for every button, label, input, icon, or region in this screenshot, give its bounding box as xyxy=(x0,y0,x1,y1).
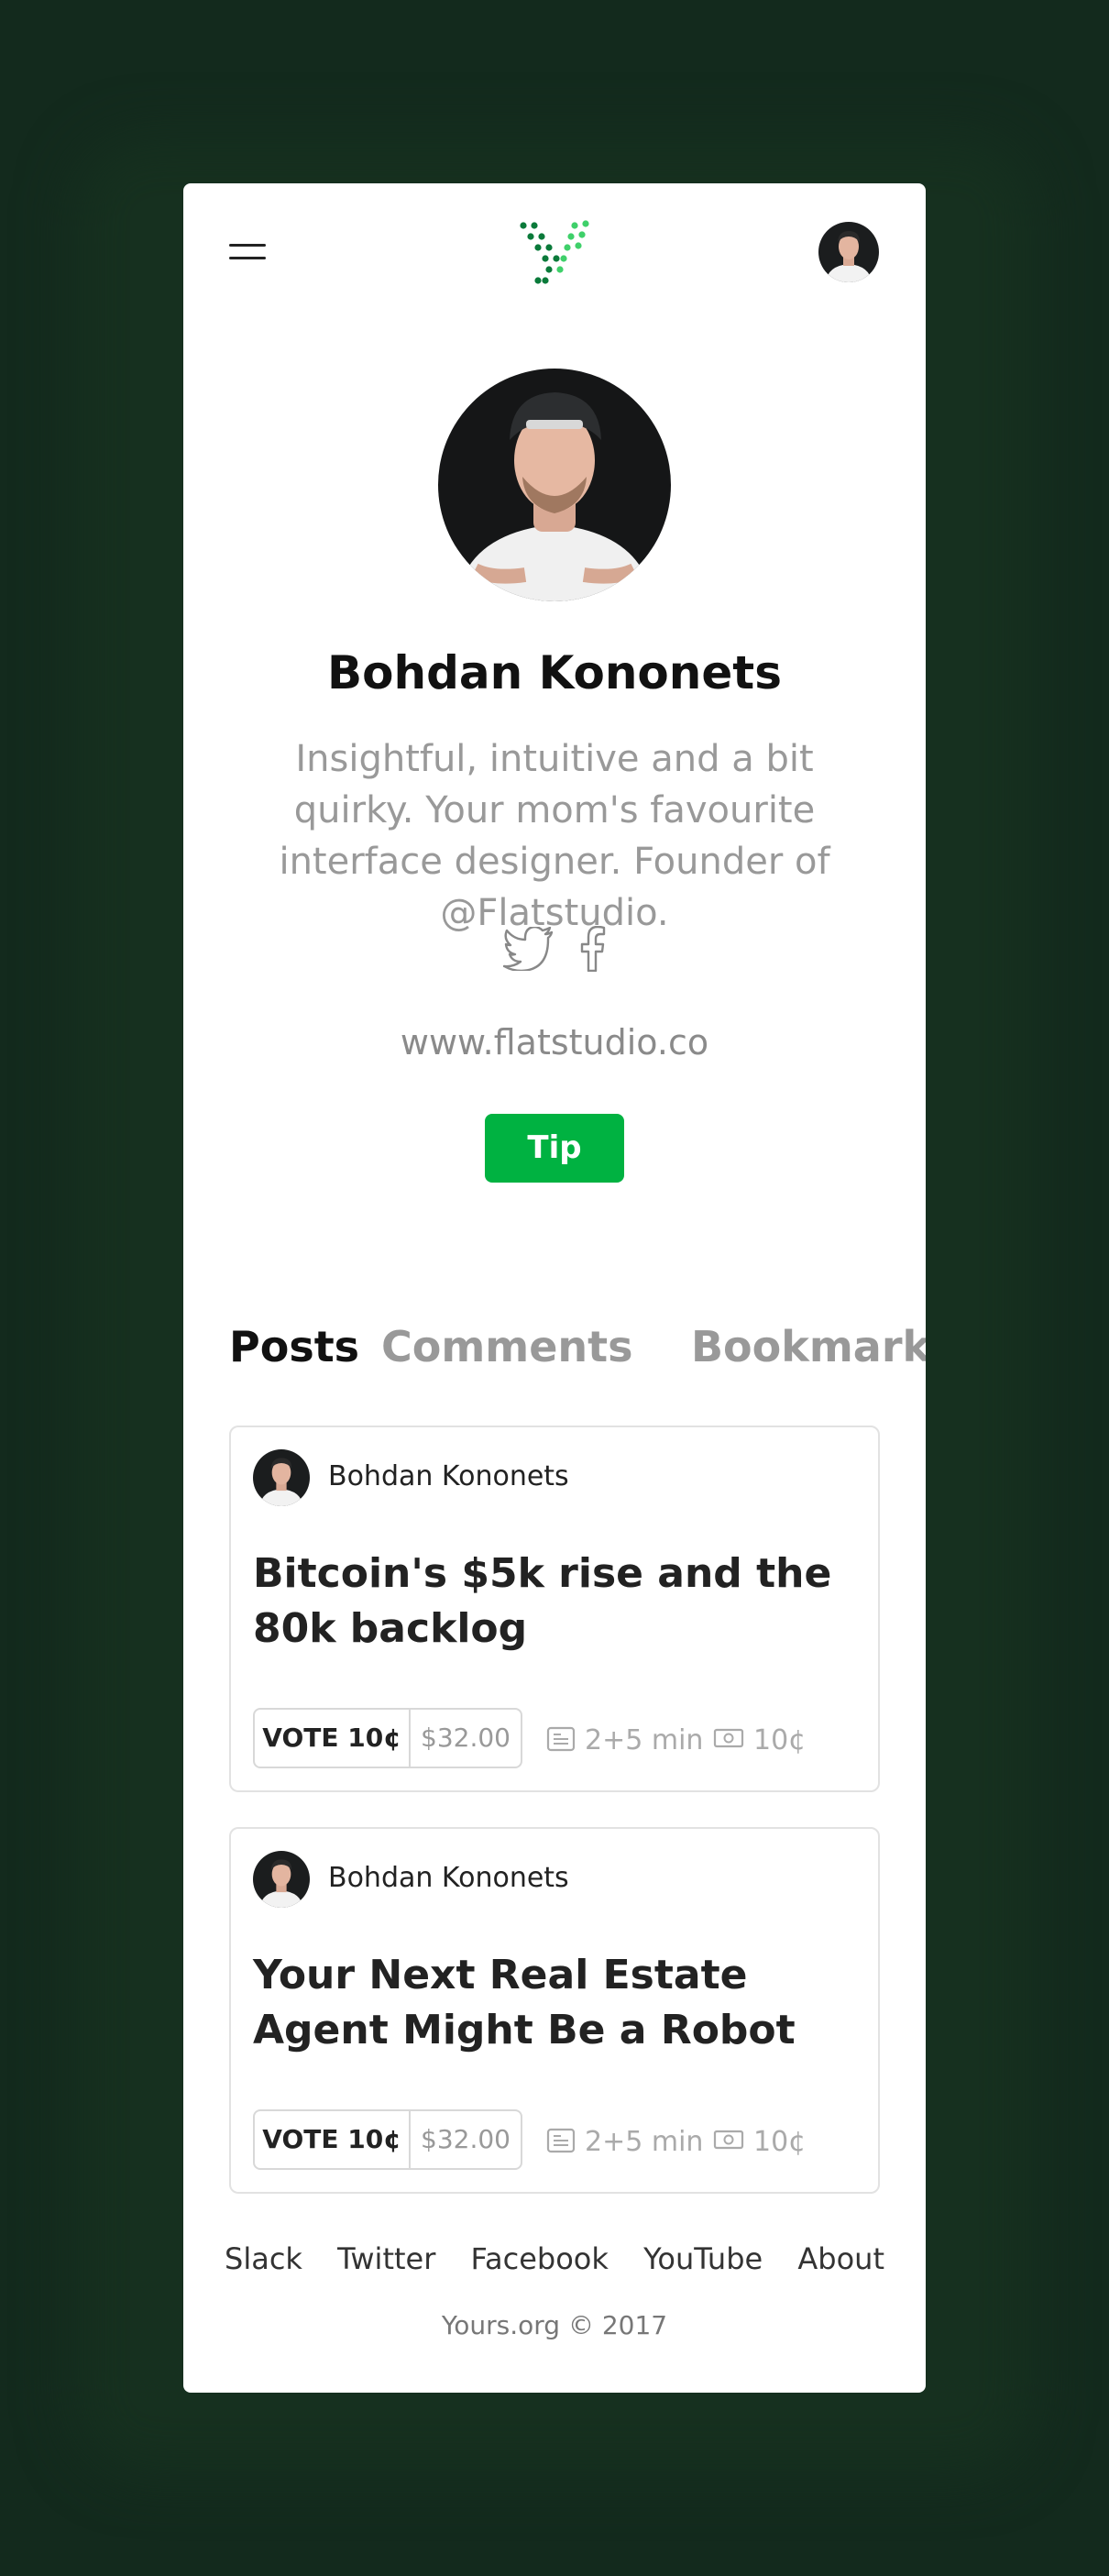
post-price: 10¢ xyxy=(753,2126,807,2158)
post-author-name[interactable]: Bohdan Kononets xyxy=(328,1862,569,1894)
vote-amount: $32.00 xyxy=(421,1723,511,1753)
read-time-icon xyxy=(546,2128,576,2153)
footer-link-about[interactable]: About xyxy=(797,2241,884,2276)
vote-widget: VOTE 10¢ $32.00 xyxy=(253,1708,522,1768)
footer-link-twitter[interactable]: Twitter xyxy=(337,2241,435,2276)
post-author-name[interactable]: Bohdan Kononets xyxy=(328,1460,569,1492)
top-bar xyxy=(183,183,926,330)
read-time: 2+5 min xyxy=(585,2126,704,2158)
footer-link-youtube[interactable]: YouTube xyxy=(643,2241,763,2276)
footer-link-facebook[interactable]: Facebook xyxy=(471,2241,609,2276)
post-title[interactable]: Your Next Real Estate Agent Might Be a R… xyxy=(253,1948,858,2058)
profile-avatar xyxy=(438,369,671,601)
post-author-avatar[interactable] xyxy=(253,1851,310,1908)
social-links xyxy=(183,926,926,981)
profile-name: Bohdan Kononets xyxy=(327,646,782,699)
money-icon xyxy=(713,2130,744,2150)
post-author-avatar[interactable] xyxy=(253,1449,310,1506)
header-avatar[interactable] xyxy=(818,222,879,282)
tab-comments[interactable]: Comments xyxy=(381,1322,633,1371)
money-icon xyxy=(713,1728,744,1748)
post-price: 10¢ xyxy=(753,1724,807,1756)
facebook-icon[interactable] xyxy=(578,926,606,972)
profile-bio: Insightful, intuitive and a bit quirky. … xyxy=(279,738,830,934)
read-time-icon xyxy=(546,1726,576,1752)
hamburger-menu-icon[interactable] xyxy=(229,242,266,264)
vote-amount: $32.00 xyxy=(421,2124,511,2154)
tab-bookmarks[interactable]: Bookmarks xyxy=(691,1322,926,1371)
profile-website-link[interactable]: www.flatstudio.co xyxy=(183,1022,926,1062)
tip-button[interactable]: Tip xyxy=(485,1114,624,1183)
footer-link-slack[interactable]: Slack xyxy=(225,2241,302,2276)
vote-widget: VOTE 10¢ $32.00 xyxy=(253,2109,522,2170)
post-title[interactable]: Bitcoin's $5k rise and the 80k backlog xyxy=(253,1547,858,1657)
post-card[interactable]: Bohdan Kononets Bitcoin's $5k rise and t… xyxy=(229,1426,880,1792)
profile-tabs: Posts Comments Bookmarks xyxy=(229,1322,926,1386)
footer-links: Slack Twitter Facebook YouTube About xyxy=(183,2241,926,2276)
vote-button[interactable]: VOTE 10¢ xyxy=(255,2111,411,2168)
vote-button[interactable]: VOTE 10¢ xyxy=(255,1710,411,1767)
profile-page: Bohdan Kononets Insightful, intuitive an… xyxy=(183,183,926,2393)
twitter-icon[interactable] xyxy=(503,927,554,971)
tab-posts[interactable]: Posts xyxy=(229,1322,359,1371)
yours-logo-icon[interactable] xyxy=(518,220,591,290)
read-time: 2+5 min xyxy=(585,1724,704,1756)
post-card[interactable]: Bohdan Kononets Your Next Real Estate Ag… xyxy=(229,1827,880,2194)
copyright: Yours.org © 2017 xyxy=(441,2310,668,2340)
